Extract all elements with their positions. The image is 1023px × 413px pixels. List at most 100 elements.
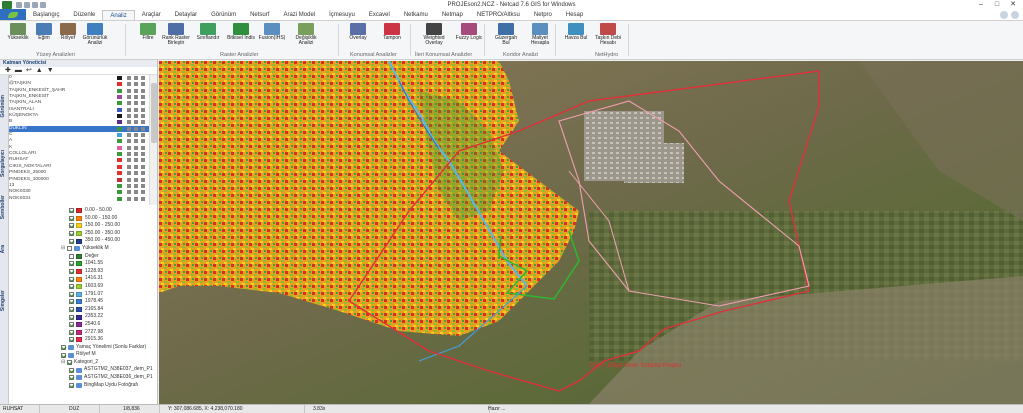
tree-row[interactable]: Değer [9, 253, 157, 261]
lock-icon[interactable] [134, 120, 138, 125]
layer-row[interactable]: NOKS031 [9, 196, 149, 202]
tree-row[interactable]: 1978.45 [9, 298, 157, 306]
tab-netpro[interactable]: Netpro [527, 10, 559, 20]
tab-netmap[interactable]: Netmap [435, 10, 470, 20]
tampon-button[interactable]: Tampon [378, 23, 406, 41]
eye-icon[interactable] [127, 82, 131, 87]
layer-checkbox[interactable] [69, 284, 74, 290]
layer-checkbox[interactable] [69, 337, 74, 343]
layer-checkbox[interactable] [69, 238, 74, 244]
eye-icon[interactable] [127, 177, 131, 182]
tab-d-zenle[interactable]: Düzenle [66, 10, 102, 20]
layer-color-swatch[interactable] [117, 177, 122, 182]
tree-row[interactable]: 0.00 - 50.00 [9, 207, 157, 215]
layer-color-swatch[interactable] [117, 107, 122, 112]
eye-icon[interactable] [127, 171, 131, 176]
layer-checkbox[interactable] [69, 269, 74, 275]
tab-excavel[interactable]: Excavel [362, 10, 397, 20]
layer-checkbox[interactable] [69, 291, 74, 297]
eye-icon[interactable] [127, 126, 131, 131]
eye-icon[interactable] [127, 107, 131, 112]
status-layer[interactable]: RUHSAT [0, 405, 40, 413]
layer-color-swatch[interactable] [117, 82, 122, 87]
help-icon[interactable] [1000, 11, 1008, 19]
maliyet-hesapla-button[interactable]: Maliyet Hesapla [526, 23, 554, 46]
edit-icon[interactable] [141, 177, 145, 182]
eye-icon[interactable] [127, 114, 131, 119]
tree-row[interactable]: 2727.98 [9, 329, 157, 337]
layer-color-swatch[interactable] [117, 152, 122, 157]
edit-icon[interactable] [141, 190, 145, 195]
lock-icon[interactable] [134, 158, 138, 163]
lock-icon[interactable] [134, 183, 138, 188]
layer-checkbox[interactable] [69, 329, 74, 335]
tree-row[interactable]: 2165.84 [9, 306, 157, 314]
layer-checkbox[interactable] [61, 344, 66, 350]
tree-row[interactable]: 150.00 - 250.00 [9, 222, 157, 230]
layer-checkbox[interactable] [69, 276, 74, 282]
layer-checkbox[interactable] [69, 215, 74, 221]
overlay-button[interactable]: Overlay [344, 23, 372, 41]
tree-row[interactable]: 1041.55 [9, 260, 157, 268]
panel-tool-0[interactable]: ✚ [5, 67, 11, 75]
edit-icon[interactable] [141, 152, 145, 157]
edit-icon[interactable] [141, 158, 145, 163]
close-icon[interactable]: ✕ [1005, 0, 1021, 10]
lock-icon[interactable] [134, 88, 138, 93]
eye-icon[interactable] [127, 133, 131, 138]
panel-tool-1[interactable]: ▬ [15, 67, 22, 75]
vtab-ara[interactable]: Ara [0, 245, 9, 253]
tree-row[interactable]: Rölyef M [9, 351, 157, 359]
g-zergah-bul-button[interactable]: Güzergah Bul [492, 23, 520, 46]
vtab-semboller[interactable]: Semboller [0, 195, 9, 219]
tree-row[interactable]: 1603.69 [9, 283, 157, 291]
tab-netpro-altksu[interactable]: NETPRO/Altksu [470, 10, 527, 20]
lock-icon[interactable] [134, 107, 138, 112]
edit-icon[interactable] [141, 196, 145, 201]
edit-icon[interactable] [141, 171, 145, 176]
edit-icon[interactable] [141, 133, 145, 138]
tab-g-r-n-m[interactable]: Görünüm [204, 10, 243, 20]
layer-checkbox[interactable] [69, 367, 74, 373]
eye-icon[interactable] [127, 196, 131, 201]
tab-ara-lar[interactable]: Araçlar [135, 10, 168, 20]
lock-icon[interactable] [134, 164, 138, 169]
g-r-n-rl-k-analizi-button[interactable]: Görünürlük Analizi [79, 23, 111, 46]
vtab-sorgulay-c[interactable]: Sorgulayıcı [0, 150, 9, 177]
lock-icon[interactable] [134, 82, 138, 87]
layer-color-swatch[interactable] [117, 101, 122, 106]
layer-color-swatch[interactable] [117, 120, 122, 125]
layer-checkbox[interactable] [69, 322, 74, 328]
layer-color-swatch[interactable] [117, 196, 122, 201]
edit-icon[interactable] [141, 126, 145, 131]
layer-color-swatch[interactable] [117, 145, 122, 150]
layer-checkbox[interactable] [69, 253, 74, 259]
eye-icon[interactable] [127, 120, 131, 125]
tab-hesap[interactable]: Hesap [559, 10, 590, 20]
status-scale[interactable]: 1/8,836 [120, 405, 160, 413]
tree-row[interactable]: BingMap Uydu Fotoğrafı [9, 382, 157, 390]
tree-row[interactable]: 1416.31 [9, 275, 157, 283]
lock-icon[interactable] [134, 101, 138, 106]
file-menu-button[interactable] [0, 9, 26, 20]
tree-row[interactable]: ASTGTM2_N38E037_dem_P1 [9, 366, 157, 374]
layer-checkbox[interactable] [69, 299, 74, 305]
tab-i-mesuyu[interactable]: İçmesuyu [322, 10, 362, 20]
edit-icon[interactable] [141, 114, 145, 119]
tab-analiz[interactable]: Analiz [102, 10, 135, 20]
layer-checkbox[interactable] [67, 246, 72, 252]
edit-icon[interactable] [141, 145, 145, 150]
y-kseklik-button[interactable]: Yükseklik [4, 23, 32, 41]
layer-color-swatch[interactable] [117, 183, 122, 188]
vtab-g-r-n-m[interactable]: Görünüm [0, 95, 9, 118]
eye-icon[interactable] [127, 95, 131, 100]
filtre-button[interactable]: Filtre [134, 23, 162, 41]
layer-checkbox[interactable] [69, 261, 74, 267]
tree-row[interactable]: 2540.6 [9, 321, 157, 329]
layer-checkbox[interactable] [69, 307, 74, 313]
edit-icon[interactable] [141, 164, 145, 169]
tab-netkamu[interactable]: Netkamu [397, 10, 435, 20]
layer-color-swatch[interactable] [117, 139, 122, 144]
rank-raster-birle-tir-button[interactable]: Rank Raster Birleştir [160, 23, 192, 46]
layer-color-swatch[interactable] [117, 95, 122, 100]
